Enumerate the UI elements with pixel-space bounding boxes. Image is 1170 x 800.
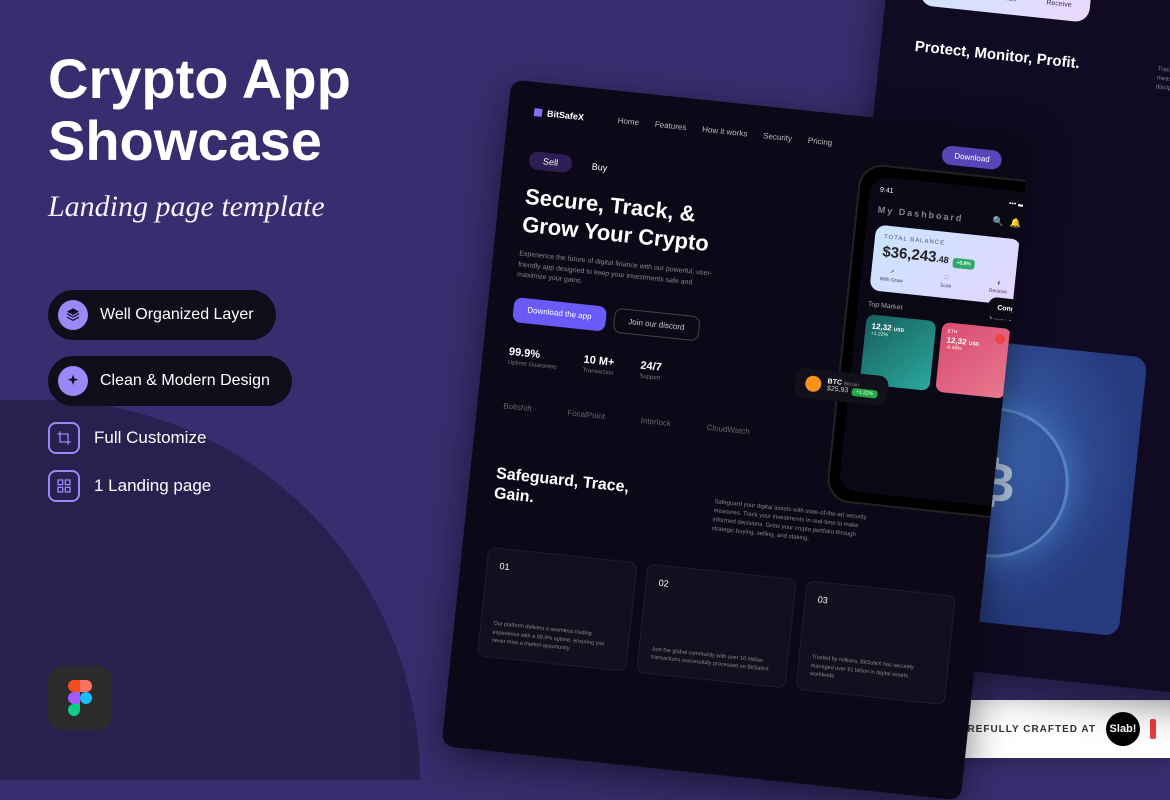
panel2-title: Protect, Monitor, Profit. <box>914 38 1081 74</box>
feature-label: Clean & Modern Design <box>100 372 270 390</box>
nav-pricing[interactable]: Pricing <box>807 136 832 148</box>
nav-how[interactable]: How it works <box>702 125 748 139</box>
withdraw-action[interactable]: ↗With Draw <box>879 268 903 284</box>
action-strip: ↗With Draw ⛶Scan ⬇Receive <box>919 0 1092 23</box>
feature-cards: 01Our platform delivers a seamless tradi… <box>477 547 956 706</box>
tab-sell[interactable]: Sell <box>528 151 573 173</box>
scan-action[interactable]: ⛶Scan <box>1000 0 1018 3</box>
main-title: Crypto AppShowcase <box>48 48 351 171</box>
feature-list: Well Organized Layer Clean & Modern Desi… <box>48 290 292 502</box>
feature-label: Well Organized Layer <box>100 306 254 324</box>
preview-area: ↗With Draw ⛶Scan ⬇Receive Protect, Monit… <box>475 0 1170 780</box>
download-button[interactable]: Download <box>941 145 1002 170</box>
crop-icon <box>48 422 80 454</box>
receive-action[interactable]: ⬇Receive <box>989 280 1008 296</box>
grid-icon <box>48 470 80 502</box>
mini-card-2[interactable]: ETH 12,32 USD -0.49% <box>935 322 1012 399</box>
dashboard-title: My Dashboard🔍 🔔 <box>877 204 1023 230</box>
search-bell-icon[interactable]: 🔍 🔔 <box>992 216 1024 230</box>
card-01: 01Our platform delivers a seamless tradi… <box>477 547 638 672</box>
feature-design: Clean & Modern Design <box>48 356 292 406</box>
balance-card: TOTAL BALANCE $36,243.48+0.8% ↗With Draw… <box>869 224 1021 305</box>
safeguard-desc: Safeguard your digital assets with state… <box>711 498 874 551</box>
nav-home[interactable]: Home <box>617 116 639 127</box>
layers-icon <box>58 300 88 330</box>
figma-badge <box>48 666 112 730</box>
receive-action[interactable]: ⬇Receive <box>1046 0 1073 9</box>
nav-features[interactable]: Features <box>654 120 686 132</box>
nav-security[interactable]: Security <box>763 131 793 143</box>
cta-download[interactable]: Download the app <box>512 297 607 332</box>
logo[interactable]: BitSafeX <box>534 107 585 122</box>
card-02: 02Join the global community with over 10… <box>636 564 797 689</box>
tab-buy[interactable]: Buy <box>577 156 622 178</box>
hero-desc: Experience the future of digital finance… <box>516 249 718 301</box>
sparkle-icon <box>58 366 88 396</box>
hero-title: Secure, Track, & Grow Your Crypto <box>521 183 755 262</box>
cta-discord[interactable]: Join our discord <box>612 307 701 341</box>
nav-links: Home Features How it works Security Pric… <box>617 116 832 147</box>
panel2-desc: Track your performance against the marke… <box>1155 65 1170 106</box>
feature-organized: Well Organized Layer <box>48 290 276 340</box>
subtitle: Landing page template <box>48 190 325 224</box>
scan-action[interactable]: ⛶Scan <box>940 275 953 290</box>
preview-panel-1: BitSafeX Home Features How it works Secu… <box>441 80 1030 800</box>
feature-label: 1 Landing page <box>94 476 211 496</box>
feature-label: Full Customize <box>94 428 206 448</box>
card-03: 03Trusted by millions, BitSafeX has secu… <box>795 580 956 705</box>
feature-customize: Full Customize <box>48 422 292 454</box>
btc-icon <box>805 375 823 393</box>
feature-landing: 1 Landing page <box>48 470 292 502</box>
safeguard-title: Safeguard, Trace, Gain. <box>493 464 637 520</box>
